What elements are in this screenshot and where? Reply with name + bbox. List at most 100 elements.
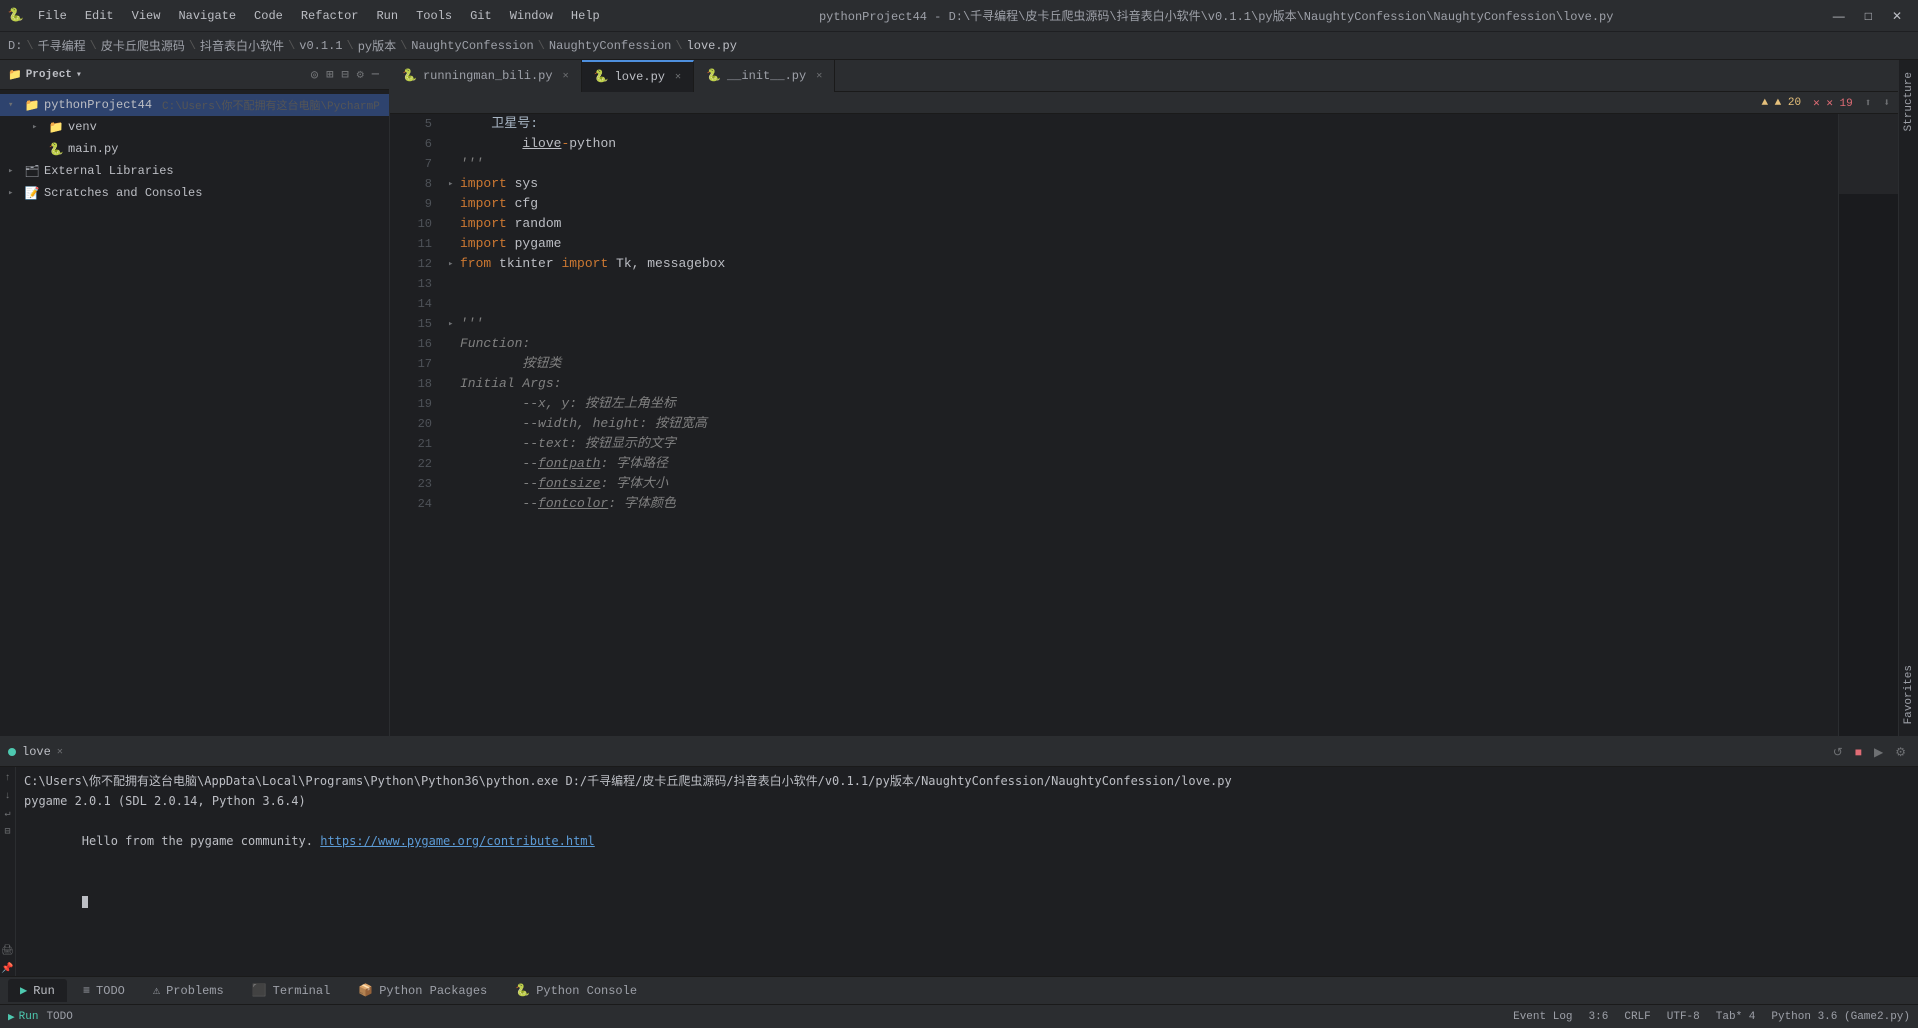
sidebar-settings-icon[interactable]: ⚙ (355, 65, 366, 84)
python-version[interactable]: Python 3.6 (Game2.py) (1771, 1011, 1910, 1023)
sidebar-item-main-py[interactable]: 🐍 main.py (0, 138, 389, 160)
menu-run[interactable]: Run (368, 7, 406, 25)
line-ending[interactable]: CRLF (1624, 1011, 1650, 1023)
fold-icon-12[interactable]: ▸ (448, 254, 460, 274)
breadcrumb-drive[interactable]: D: (8, 39, 22, 53)
sidebar-hide-icon[interactable]: — (370, 65, 381, 84)
close-button[interactable]: ✕ (1884, 7, 1910, 25)
menu-refactor[interactable]: Refactor (293, 7, 367, 25)
sidebar-expand-icon[interactable]: ⊞ (324, 65, 335, 84)
rerun-button[interactable]: ↺ (1829, 743, 1847, 761)
tab-close-runningman[interactable]: ✕ (563, 70, 569, 82)
scroll-down-btn[interactable]: ↓ (1, 789, 15, 803)
run-tab-close[interactable]: ✕ (57, 746, 63, 758)
filter-btn[interactable]: ⊟ (1, 825, 15, 839)
indent[interactable]: Tab* 4 (1716, 1011, 1756, 1023)
sidebar-item-scratches[interactable]: ▸ 📝 Scratches and Consoles (0, 182, 389, 204)
run-tab[interactable]: love ✕ (8, 745, 63, 759)
fold-icon-22[interactable] (448, 454, 460, 474)
tab-icon-init: 🐍 (706, 68, 721, 83)
fold-icon-24[interactable] (448, 494, 460, 514)
editor-errors[interactable]: ✕ ✕ 19 (1813, 96, 1853, 110)
soft-wrap-btn[interactable]: ↵ (1, 807, 15, 821)
breadcrumb-item-7[interactable]: NaughtyConfession (549, 39, 671, 53)
fold-icon-23[interactable] (448, 474, 460, 494)
fold-icon-14[interactable] (448, 294, 460, 314)
breadcrumb-item-6[interactable]: NaughtyConfession (411, 39, 533, 53)
scroll-to-bottom-icon[interactable]: ⬇ (1883, 96, 1890, 110)
menu-code[interactable]: Code (246, 7, 291, 25)
sidebar-collapse-icon[interactable]: ⊟ (339, 65, 350, 84)
structure-label[interactable]: Structure (1901, 64, 1917, 139)
bottom-tab-todo[interactable]: ≡ TODO (71, 980, 137, 1002)
fold-icon-8[interactable]: ▸ (448, 174, 460, 194)
fold-icon-7[interactable] (448, 154, 460, 174)
scroll-to-top-icon[interactable]: ⬆ (1865, 96, 1872, 110)
menu-navigate[interactable]: Navigate (170, 7, 244, 25)
sidebar-item-ext-libs[interactable]: ▸ 🗂 External Libraries (0, 160, 389, 182)
fold-icon-16[interactable] (448, 334, 460, 354)
menu-file[interactable]: File (30, 7, 75, 25)
menu-edit[interactable]: Edit (77, 7, 122, 25)
bottom-tab-run[interactable]: ▶ Run (8, 979, 67, 1002)
fold-icon-6[interactable] (448, 134, 460, 154)
fold-icon-9[interactable] (448, 194, 460, 214)
fold-icon-5[interactable] (448, 114, 460, 134)
pin-btn[interactable]: 📌 (1, 962, 15, 976)
sidebar-item-venv[interactable]: ▸ 📁 venv (0, 116, 389, 138)
fold-icon-10[interactable] (448, 214, 460, 234)
favorites-label[interactable]: Favorites (1901, 657, 1917, 732)
tab-close-init[interactable]: ✕ (816, 70, 822, 82)
bottom-tab-problems[interactable]: ⚠ Problems (141, 979, 236, 1002)
pygame-community-link[interactable]: https://www.pygame.org/contribute.html (320, 834, 595, 848)
fold-icon-20[interactable] (448, 414, 460, 434)
fold-icon-19[interactable] (448, 394, 460, 414)
bottom-tab-terminal[interactable]: ⬛ Terminal (240, 979, 343, 1002)
bottom-tab-python-packages[interactable]: 📦 Python Packages (346, 979, 499, 1002)
breadcrumb-item-3[interactable]: 抖音表白小软件 (200, 37, 284, 54)
code-area[interactable]: 卫星号: ilove-python ''' ▸ (440, 114, 1838, 736)
event-log-btn[interactable]: Event Log (1513, 1011, 1572, 1023)
tab-close-love[interactable]: ✕ (675, 71, 681, 83)
code-token-cfg: cfg (507, 194, 538, 214)
resume-button[interactable]: ▶ (1870, 743, 1887, 761)
scroll-up-btn[interactable]: ↑ (1, 771, 15, 785)
run-button[interactable]: ▶ Run (8, 1010, 38, 1024)
console-area[interactable]: C:\Users\你不配拥有这台电脑\AppData\Local\Program… (16, 767, 1918, 976)
fold-icon-17[interactable] (448, 354, 460, 374)
bottom-tab-python-console[interactable]: 🐍 Python Console (503, 979, 649, 1002)
tab-runningman[interactable]: 🐍 runningman_bili.py ✕ (390, 60, 582, 92)
tab-love[interactable]: 🐍 love.py ✕ (582, 60, 694, 92)
breadcrumb-item-1[interactable]: 千寻编程 (38, 37, 86, 54)
breadcrumb-item-2[interactable]: 皮卡丘爬虫源码 (101, 37, 185, 54)
settings-button[interactable]: ⚙ (1891, 743, 1910, 761)
breadcrumb-item-5[interactable]: py版本 (358, 37, 396, 54)
menu-help[interactable]: Help (563, 7, 608, 25)
breadcrumb-file[interactable]: love.py (687, 39, 737, 53)
fold-icon-21[interactable] (448, 434, 460, 454)
menu-git[interactable]: Git (462, 7, 500, 25)
sidebar-item-project[interactable]: ▾ 📁 pythonProject44 C:\Users\你不配拥有这台电脑\P… (0, 94, 389, 116)
editor-content[interactable]: 56789101112131415161718192021222324 卫星号:… (390, 114, 1898, 736)
fold-icon-13[interactable] (448, 274, 460, 294)
minimize-button[interactable]: — (1825, 7, 1853, 25)
todo-status[interactable]: TODO (46, 1011, 72, 1023)
menu-window[interactable]: Window (502, 7, 561, 25)
code-line-23: --fontsize: 字体大小 (448, 474, 1830, 494)
print-btn[interactable]: 🖨 (1, 944, 15, 958)
stop-button[interactable]: ■ (1851, 743, 1866, 761)
sidebar-locate-icon[interactable]: ◎ (309, 65, 320, 84)
sidebar-dropdown-icon[interactable]: ▾ (76, 69, 82, 81)
editor-warnings[interactable]: ▲ ▲ 20 (1761, 97, 1801, 109)
encoding[interactable]: UTF-8 (1667, 1011, 1700, 1023)
code-line-11: import pygame (448, 234, 1830, 254)
menu-tools[interactable]: Tools (408, 7, 460, 25)
fold-icon-15[interactable]: ▸ (448, 314, 460, 334)
maximize-button[interactable]: □ (1857, 7, 1880, 25)
menu-view[interactable]: View (124, 7, 169, 25)
breadcrumb-item-4[interactable]: v0.1.1 (299, 39, 342, 53)
todo-icon: ≡ (83, 984, 90, 998)
tab-init[interactable]: 🐍 __init__.py ✕ (694, 60, 835, 92)
fold-icon-18[interactable] (448, 374, 460, 394)
fold-icon-11[interactable] (448, 234, 460, 254)
